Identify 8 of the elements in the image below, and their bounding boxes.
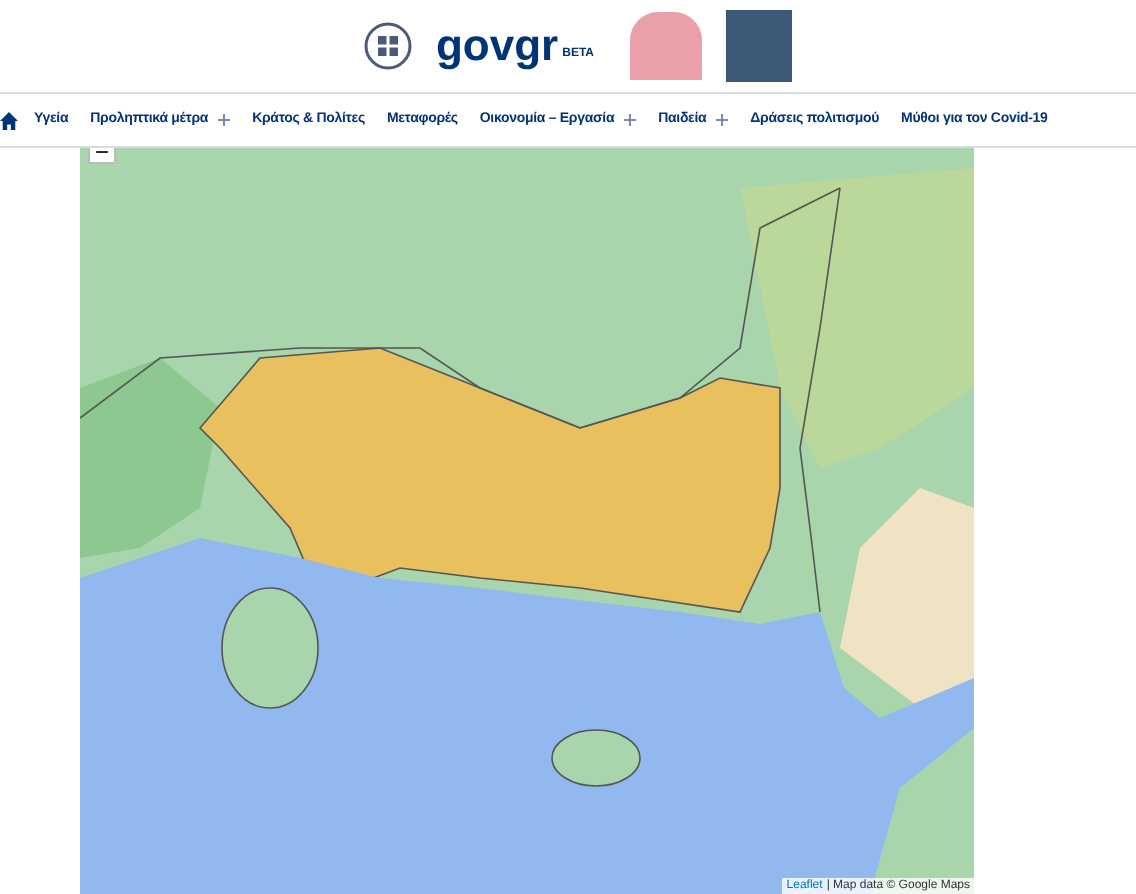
plus-icon[interactable] [716, 114, 729, 126]
home-icon[interactable] [0, 111, 18, 129]
poster-placeholder[interactable] [630, 12, 702, 80]
govgr-logo[interactable]: govgr [435, 24, 559, 68]
emblem-icon [363, 22, 412, 70]
zoom-out-button[interactable]: − [88, 148, 116, 164]
plus-icon[interactable] [624, 114, 637, 126]
plus-icon[interactable] [218, 114, 231, 126]
